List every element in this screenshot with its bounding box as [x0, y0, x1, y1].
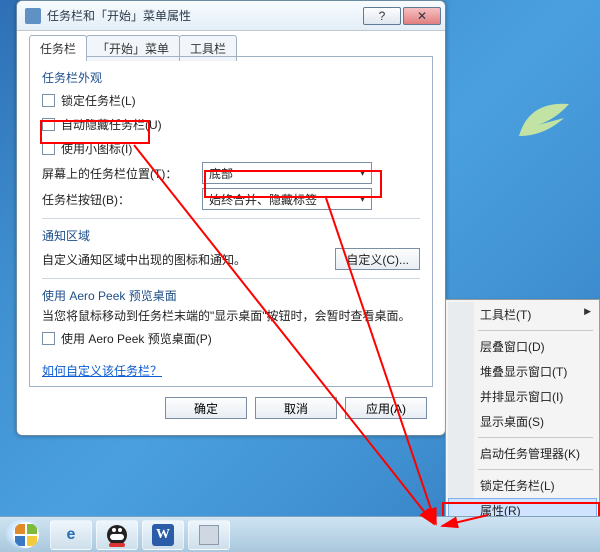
checkbox-autohide[interactable] [42, 118, 55, 131]
close-button[interactable]: ✕ [403, 7, 441, 25]
aero-text: 当您将鼠标移动到任务栏末端的"显示桌面"按钮时，会暂时查看桌面。 [42, 308, 420, 324]
checkbox-smallicons[interactable] [42, 142, 55, 155]
ie-icon: e [67, 526, 76, 544]
tab-taskbar[interactable]: 任务栏 [29, 35, 87, 61]
menu-cascade[interactable]: 层叠窗口(D) [448, 334, 597, 359]
taskbar-item-ie[interactable]: e [50, 520, 92, 550]
select-position-value: 底部 [209, 165, 233, 182]
menu-sidebyside[interactable]: 并排显示窗口(I) [448, 384, 597, 409]
select-buttons[interactable]: 始终合并、隐藏标签 ▾ [202, 188, 372, 210]
row-aero: 使用 Aero Peek 预览桌面(P) [42, 328, 420, 348]
select-buttons-value: 始终合并、隐藏标签 [209, 191, 317, 208]
notify-heading: 通知区域 [42, 227, 420, 244]
help-button[interactable]: ? [363, 7, 401, 25]
dialog-client: 任务栏 「开始」菜单 工具栏 任务栏外观 锁定任务栏(L) 自动隐藏任务栏(U)… [23, 31, 439, 429]
menu-separator [478, 330, 593, 331]
menu-separator [478, 469, 593, 470]
start-button[interactable] [6, 520, 46, 550]
menu-showdesktop[interactable]: 显示桌面(S) [448, 409, 597, 434]
taskbar[interactable]: e W [0, 516, 600, 552]
taskbar-properties-dialog: 任务栏和「开始」菜单属性 ? ✕ 任务栏 「开始」菜单 工具栏 任务栏外观 锁定… [16, 0, 446, 436]
taskbar-item-word[interactable]: W [142, 520, 184, 550]
cancel-button[interactable]: 取消 [255, 397, 337, 419]
chevron-down-icon: ▾ [360, 194, 365, 205]
label-buttons: 任务栏按钮(B)： [42, 191, 202, 208]
row-autohide: 自动隐藏任务栏(U) [42, 114, 420, 134]
customize-button[interactable]: 自定义(C)... [335, 248, 420, 270]
separator [42, 218, 420, 219]
row-buttons: 任务栏按钮(B)： 始终合并、隐藏标签 ▾ [42, 188, 420, 210]
wallpaper-leaf [514, 96, 574, 144]
dialog-icon [25, 8, 41, 24]
menu-separator [478, 437, 593, 438]
dialog-title: 任务栏和「开始」菜单属性 [47, 7, 361, 24]
select-position[interactable]: 底部 ▾ [202, 162, 372, 184]
notify-text: 自定义通知区域中出现的图标和通知。 [42, 251, 335, 268]
titlebar[interactable]: 任务栏和「开始」菜单属性 ? ✕ [17, 1, 445, 31]
ok-button[interactable]: 确定 [165, 397, 247, 419]
aero-heading: 使用 Aero Peek 预览桌面 [42, 287, 420, 304]
tabpage-taskbar: 任务栏外观 锁定任务栏(L) 自动隐藏任务栏(U) 使用小图标(I) 屏幕上的任… [29, 56, 433, 387]
qq-icon [107, 525, 127, 545]
taskbar-item-app[interactable] [188, 520, 230, 550]
row-position: 屏幕上的任务栏位置(T)： 底部 ▾ [42, 162, 420, 184]
taskbar-context-menu: 工具栏(T) 层叠窗口(D) 堆叠显示窗口(T) 并排显示窗口(I) 显示桌面(… [445, 299, 600, 526]
menu-taskmgr[interactable]: 启动任务管理器(K) [448, 441, 597, 466]
row-lock: 锁定任务栏(L) [42, 90, 420, 110]
app-icon [199, 525, 219, 545]
dialog-button-row: 确定 取消 应用(A) [165, 397, 427, 419]
taskbar-item-qq[interactable] [96, 520, 138, 550]
label-smallicons: 使用小图标(I) [61, 140, 420, 157]
menu-toolbars[interactable]: 工具栏(T) [448, 302, 597, 327]
apply-button[interactable]: 应用(A) [345, 397, 427, 419]
chevron-down-icon: ▾ [360, 168, 365, 179]
row-smallicons: 使用小图标(I) [42, 138, 420, 158]
checkbox-lock[interactable] [42, 94, 55, 107]
appearance-heading: 任务栏外观 [42, 69, 420, 86]
word-icon: W [152, 524, 174, 546]
help-link[interactable]: 如何自定义该任务栏？ [42, 362, 162, 379]
menu-lock[interactable]: 锁定任务栏(L) [448, 473, 597, 498]
menu-stacked[interactable]: 堆叠显示窗口(T) [448, 359, 597, 384]
label-lock: 锁定任务栏(L) [61, 92, 420, 109]
separator [42, 278, 420, 279]
checkbox-aero[interactable] [42, 332, 55, 345]
row-notify: 自定义通知区域中出现的图标和通知。 自定义(C)... [42, 248, 420, 270]
label-autohide: 自动隐藏任务栏(U) [61, 116, 420, 133]
label-position: 屏幕上的任务栏位置(T)： [42, 165, 202, 182]
label-aero: 使用 Aero Peek 预览桌面(P) [61, 330, 420, 347]
windows-orb-icon [13, 522, 39, 548]
